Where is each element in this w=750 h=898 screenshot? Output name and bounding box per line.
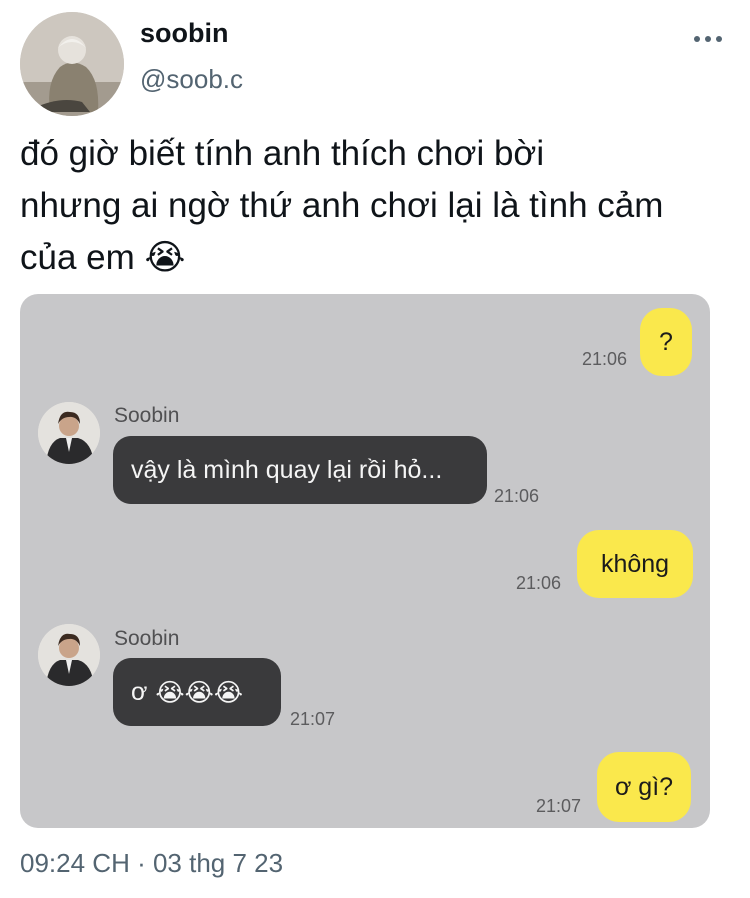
message-time: 21:07 bbox=[536, 796, 582, 816]
sender-name: Soobin bbox=[114, 404, 180, 427]
tweet-timestamp[interactable]: 09:24 CH · 03 thg 7 23 bbox=[20, 848, 283, 879]
crying-emoji-icon: 😭😭😭 bbox=[155, 677, 244, 707]
tweet-line: của em bbox=[20, 238, 135, 277]
contact-avatar bbox=[38, 402, 100, 464]
outgoing-message-bubble: ơ gì? bbox=[597, 752, 691, 822]
profile-avatar[interactable] bbox=[20, 12, 124, 116]
message-text: ơ bbox=[131, 677, 148, 706]
display-name[interactable]: soobin bbox=[140, 18, 229, 49]
contact-avatar bbox=[38, 624, 100, 686]
message-time: 21:07 bbox=[290, 709, 336, 729]
more-dot bbox=[705, 36, 711, 42]
tweet-line: đó giờ biết tính anh thích chơi bời bbox=[20, 134, 545, 173]
sender-name: Soobin bbox=[114, 627, 180, 650]
tweet-line: nhưng ai ngờ thứ anh chơi lại là tình cả… bbox=[20, 186, 664, 225]
incoming-message-bubble: ơ 😭😭😭 bbox=[113, 658, 281, 726]
user-handle[interactable]: @soob.c bbox=[140, 64, 243, 95]
message-time: 21:06 bbox=[494, 486, 540, 506]
tweet-text: đó giờ biết tính anh thích chơi bời nhưn… bbox=[20, 128, 730, 284]
crying-emoji-icon: 😭 bbox=[144, 238, 186, 278]
attached-chat-image[interactable]: 21:06 ? Soobin vậy là mình quay lại rồi … bbox=[20, 294, 710, 828]
message-time: 21:06 bbox=[516, 573, 562, 593]
contact-avatar-photo bbox=[38, 402, 100, 464]
more-dot bbox=[694, 36, 700, 42]
more-options-icon[interactable] bbox=[694, 36, 722, 42]
message-time: 21:06 bbox=[582, 349, 628, 369]
avatar-photo bbox=[20, 12, 124, 116]
incoming-message-bubble: vậy là mình quay lại rồi hỏ... bbox=[113, 436, 487, 504]
contact-avatar-photo bbox=[38, 624, 100, 686]
tweet-line-with-emoji: của em 😭 bbox=[20, 232, 730, 284]
outgoing-message-bubble: ? bbox=[640, 308, 692, 376]
more-dot bbox=[716, 36, 722, 42]
outgoing-message-bubble: không bbox=[577, 530, 693, 598]
